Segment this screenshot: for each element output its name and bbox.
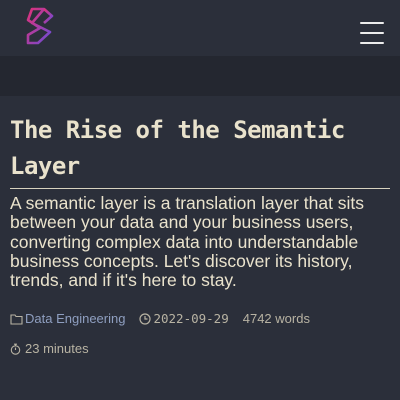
read-time-text: 23 minutes — [25, 341, 89, 357]
word-count: 4742 words — [242, 311, 310, 327]
clock-icon — [139, 313, 152, 326]
category: Data Engineering — [10, 304, 125, 334]
brand-logo[interactable] — [24, 6, 58, 46]
article-header: The Rise of the Semantic Layer A semanti… — [10, 112, 390, 364]
header-divider-band — [0, 56, 400, 96]
date-text: 2022-09-29 — [153, 311, 229, 327]
category-link[interactable]: Data Engineering — [25, 304, 125, 334]
article-summary: A semantic layer is a translation layer … — [10, 193, 365, 291]
page-title: The Rise of the Semantic Layer — [10, 112, 390, 189]
folder-icon — [10, 314, 23, 326]
stopwatch-icon — [10, 344, 21, 356]
hamburger-menu-icon[interactable] — [360, 22, 384, 46]
top-navbar — [0, 0, 400, 56]
publish-date: 2022-09-29 — [139, 304, 229, 334]
read-time: 23 minutes — [10, 334, 89, 364]
article-meta: Data Engineering 2022-09-29 4742 words 2… — [10, 304, 390, 364]
